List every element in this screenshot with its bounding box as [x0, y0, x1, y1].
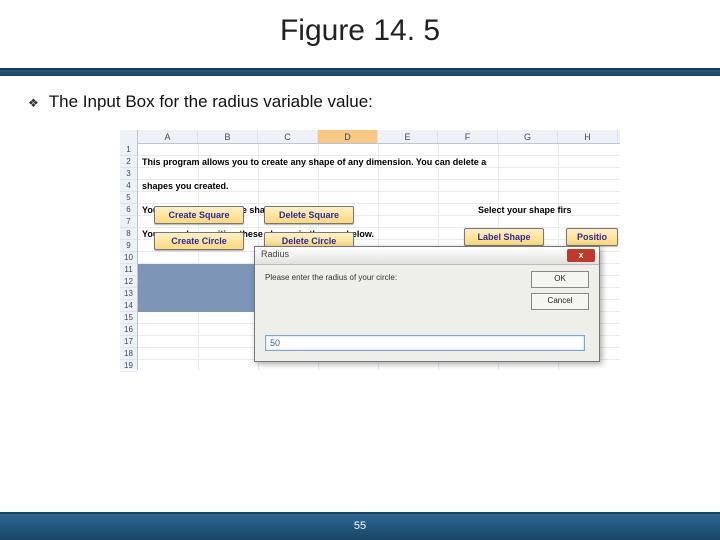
- row-12[interactable]: 12: [120, 276, 137, 288]
- row-4[interactable]: 4: [120, 180, 137, 192]
- create-square-button[interactable]: Create Square: [154, 206, 244, 224]
- row-2[interactable]: 2: [120, 156, 137, 168]
- row-1[interactable]: 1: [120, 144, 137, 156]
- row-17[interactable]: 17: [120, 336, 137, 348]
- row-13[interactable]: 13: [120, 288, 137, 300]
- row-15[interactable]: 15: [120, 312, 137, 324]
- col-C[interactable]: C: [258, 130, 318, 143]
- row-8[interactable]: 8: [120, 228, 137, 240]
- select-shape-label: Select your shape firs: [478, 202, 628, 220]
- row-3[interactable]: 3: [120, 168, 137, 180]
- row-10[interactable]: 10: [120, 252, 137, 264]
- col-D[interactable]: D: [318, 130, 378, 143]
- row-5[interactable]: 5: [120, 192, 137, 204]
- bullet-item: ❖ The Input Box for the radius variable …: [28, 92, 692, 114]
- col-B[interactable]: B: [198, 130, 258, 143]
- position-button[interactable]: Positio: [566, 228, 618, 246]
- row-7[interactable]: 7: [120, 216, 137, 228]
- col-H[interactable]: H: [558, 130, 618, 143]
- radius-text-input[interactable]: [265, 335, 585, 351]
- close-icon[interactable]: x: [567, 249, 595, 262]
- column-headers: A B C D E F G H: [120, 130, 620, 144]
- row-6[interactable]: 6: [120, 204, 137, 216]
- row-9[interactable]: 9: [120, 240, 137, 252]
- dialog-titlebar[interactable]: Radius x: [255, 247, 599, 265]
- delete-square-button[interactable]: Delete Square: [264, 206, 354, 224]
- content-area: ❖ The Input Box for the radius variable …: [0, 76, 720, 130]
- dialog-title: Radius: [261, 249, 289, 259]
- ok-button[interactable]: OK: [531, 271, 589, 288]
- spreadsheet: A B C D E F G H 1 2 3 4 5 6 7 8 9 10 11 …: [120, 130, 620, 370]
- header-corner: [120, 130, 138, 144]
- slide-title: Figure 14. 5: [0, 14, 720, 48]
- col-G[interactable]: G: [498, 130, 558, 143]
- dialog-prompt: Please enter the radius of your circle:: [265, 273, 397, 282]
- page-number: 55: [354, 520, 366, 532]
- radius-input-dialog: Radius x Please enter the radius of your…: [254, 246, 600, 362]
- range-selection: [138, 264, 254, 312]
- dialog-body: Please enter the radius of your circle: …: [255, 265, 599, 361]
- row-headers: 1 2 3 4 5 6 7 8 9 10 11 12 13 14 15 16 1…: [120, 144, 138, 370]
- create-circle-button[interactable]: Create Circle: [154, 232, 244, 250]
- row-19[interactable]: 19: [120, 360, 137, 372]
- row-18[interactable]: 18: [120, 348, 137, 360]
- bullet-icon: ❖: [28, 92, 39, 114]
- row-14[interactable]: 14: [120, 300, 137, 312]
- slide-title-bar: Figure 14. 5: [0, 0, 720, 70]
- row-16[interactable]: 16: [120, 324, 137, 336]
- row-11[interactable]: 11: [120, 264, 137, 276]
- col-F[interactable]: F: [438, 130, 498, 143]
- bullet-text: The Input Box for the radius variable va…: [49, 92, 373, 112]
- col-A[interactable]: A: [138, 130, 198, 143]
- excel-screenshot: A B C D E F G H 1 2 3 4 5 6 7 8 9 10 11 …: [120, 130, 620, 370]
- col-E[interactable]: E: [378, 130, 438, 143]
- slide-footer: 55: [0, 512, 720, 540]
- cancel-button[interactable]: Cancel: [531, 293, 589, 310]
- label-shape-button[interactable]: Label Shape: [464, 228, 544, 246]
